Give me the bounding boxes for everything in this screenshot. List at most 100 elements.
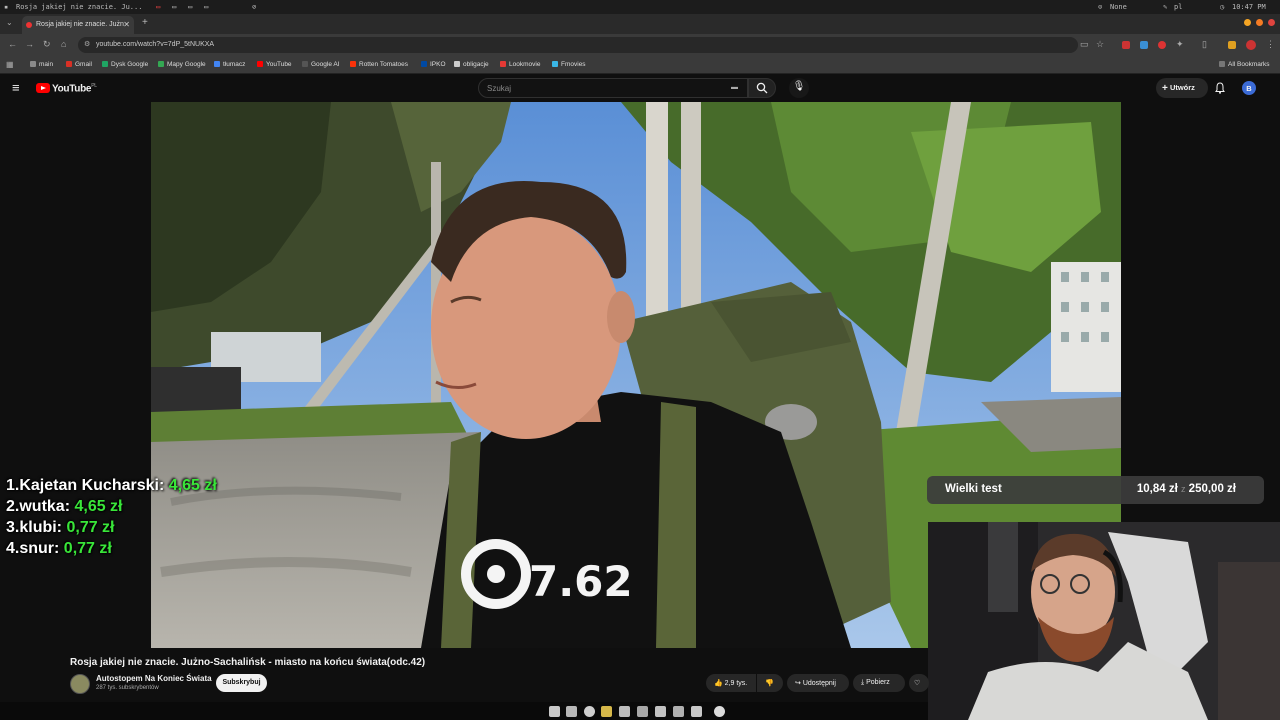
like-button[interactable]: 👍 2,9 tys. [706,674,756,692]
keyboard-lang[interactable]: pl [1174,3,1182,11]
terminal-icon[interactable] [566,706,577,717]
player-letterbox-left [0,102,151,648]
bookmark-item[interactable]: IPKO [421,61,446,68]
channel-name[interactable]: Autostopem Na Koniec Świata [96,674,212,683]
app-launcher-icon[interactable] [714,706,725,717]
extensions-puzzle-icon[interactable]: ✦ [1176,39,1184,50]
os-indicator-none[interactable]: None [1110,3,1127,11]
share-button[interactable]: ↪ Udostępnij [787,674,849,692]
plus-icon: + [1162,83,1168,94]
os-clock: 10:47 PM [1232,3,1266,11]
url-field[interactable]: ⚙ youtube.com/watch?v=7dP_5tNUKXA [78,37,1078,53]
subscribe-button[interactable]: Subskrybuj [216,674,267,692]
leaderboard-row: 2.wutka: 4,65 zł [6,496,217,517]
youtube-logo-text: YouTube [52,83,92,95]
close-window-icon[interactable] [1268,19,1275,26]
donation-goal-bar: Wielki test 10,84 zł z 250,00 zł [927,476,1264,504]
channel-avatar[interactable] [70,674,90,694]
os-app-icon[interactable]: ▭ [204,3,208,11]
apps-grid-icon[interactable]: ▦ [6,60,14,69]
bookmark-item[interactable]: tłumacz [214,61,245,68]
thumbs-up-icon: 👍 [714,680,723,687]
os-window-title: Rosja jakiej nie znacie. Ju... [16,3,143,11]
bookmark-star-icon[interactable]: ☆ [1096,39,1104,50]
home-icon[interactable]: ⌂ [61,39,66,49]
app-icon[interactable] [673,706,684,717]
minimize-icon[interactable] [1244,19,1251,26]
new-tab-icon[interactable]: + [142,17,148,28]
extension-icon[interactable] [1122,41,1130,49]
thanks-button[interactable]: ♡ [909,674,929,692]
leaderboard-amount: 0,77 zł [63,540,112,557]
bookmark-item[interactable]: Gmail [66,61,92,68]
browser-icon[interactable] [584,706,595,717]
goal-label: Wielki test [945,483,1002,495]
os-pin-icon[interactable]: ⊘ [252,3,256,11]
extension-icon[interactable] [1140,41,1148,49]
bookmark-item[interactable]: Mapy Google [158,61,206,68]
sidebar-toggle-icon[interactable]: ▯ [1202,39,1207,50]
profile-icon[interactable] [1246,40,1256,50]
leaderboard-rank: 2. [6,498,20,515]
close-tab-icon[interactable]: ✕ [123,20,130,29]
all-bookmarks[interactable]: All Bookmarks [1219,61,1270,68]
bookmark-item[interactable]: YouTube [257,61,292,68]
extension-icon[interactable] [1158,41,1166,49]
app-icon[interactable] [691,706,702,717]
search-icon [756,82,768,94]
keyboard-icon[interactable]: ▬ [731,84,738,91]
goal-value: 10,84 zł z 250,00 zł [1137,483,1236,495]
download-icon: ⤓ [861,679,865,686]
youtube-logo[interactable]: YouTubePL [36,83,97,94]
youtube-favicon-icon [26,22,32,28]
donation-leaderboard: 1.Kajetan Kucharski: 4,65 zł 2.wutka: 4,… [6,475,217,559]
site-info-icon[interactable]: ⚙ [84,40,90,48]
browser-tab-active[interactable]: Rosja jakiej nie znacie. Jużn ✕ [22,16,134,34]
back-icon[interactable]: ← [8,39,17,49]
search-button[interactable] [748,78,776,98]
search-input[interactable]: Szukaj ▬ [478,78,748,98]
os-app-icon[interactable]: ▭ [188,3,192,11]
hamburger-menu-icon[interactable]: ≡ [12,80,20,95]
youtube-play-icon [36,83,50,94]
thumbs-down-icon: 👎 [765,680,774,687]
os-app-icon[interactable]: ▭ [156,3,160,11]
menu-kebab-icon[interactable]: ⋮ [1266,39,1275,50]
bookmarks-bar: ▦ main Gmail Dysk Google Mapy Google tłu… [0,56,1280,74]
bookmark-item[interactable]: Google AI [302,61,340,68]
bookmark-item[interactable]: Dysk Google [102,61,148,68]
steam-icon[interactable] [637,706,648,717]
create-button[interactable]: + Utwórz [1156,78,1208,98]
dislike-button[interactable]: 👎 [757,674,783,692]
leaderboard-amount: 0,77 zł [66,519,115,536]
leaderboard-amount: 4,65 zł [74,498,123,515]
clock-icon: ◷ [1220,3,1225,11]
leaderboard-row: 1.Kajetan Kucharski: 4,65 zł [6,475,217,496]
reload-icon[interactable]: ↻ [43,39,51,50]
microphone-icon[interactable]: 🎙 [789,78,809,98]
user-avatar[interactable]: B [1242,81,1256,95]
chrome-icon[interactable] [601,706,612,717]
leaderboard-name: snur: [19,540,60,557]
bookmark-item[interactable]: Rotten Tomatoes [350,61,408,68]
tab-search-icon[interactable]: ⌄ [6,18,13,27]
files-icon[interactable] [549,706,560,717]
leaderboard-name: Kajetan Kucharski: [19,477,165,494]
app-icon[interactable] [655,706,666,717]
bookmark-item[interactable]: obligacje [454,61,489,68]
discord-icon[interactable] [619,706,630,717]
bookmark-item[interactable]: Fmovies [552,61,586,68]
os-app-icon[interactable]: ▭ [172,3,176,11]
maximize-icon[interactable] [1256,19,1263,26]
channel-subscriber-count: 287 tys. subskrybentów [96,685,159,691]
notifications-bell-icon[interactable] [1214,82,1226,94]
forward-icon[interactable]: → [25,39,34,49]
bookmark-item[interactable]: main [30,61,53,68]
cast-icon[interactable]: ▭ [1080,39,1089,50]
like-count: 2,9 tys. [724,680,748,687]
download-button[interactable]: ⤓ Pobierz [853,674,905,692]
url-text: youtube.com/watch?v=7dP_5tNUKXA [96,41,215,48]
browser-tab-strip: ⌄ Rosja jakiej nie znacie. Jużn ✕ + [0,14,1280,34]
bookmark-item[interactable]: Lookmovie [500,61,540,68]
extension-icon[interactable] [1228,41,1236,49]
